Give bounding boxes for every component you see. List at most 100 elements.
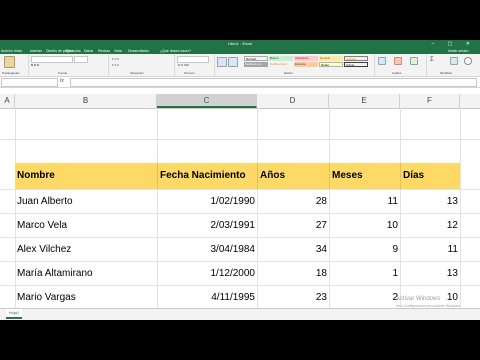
cell-nombre[interactable]: Juan Alberto [15, 192, 157, 212]
grid-line [0, 261, 480, 262]
sort-filter-icon[interactable] [450, 57, 458, 65]
window-controls[interactable]: – ▢ ✕ [432, 41, 476, 47]
group-label: Estilos [284, 71, 293, 75]
window-title: Libro1 - Excel [227, 41, 253, 46]
cell-nombre[interactable]: Mario Vargas [15, 288, 157, 308]
style-salida[interactable]: Salida [344, 62, 368, 67]
font-size-select[interactable] [74, 56, 88, 63]
tab-formulas[interactable]: Fórmulas [66, 49, 81, 53]
style-bueno[interactable]: Bueno [269, 56, 293, 61]
group-label: Alineación [130, 71, 144, 75]
bold-button[interactable]: N K S [31, 63, 39, 67]
tab-desarrollador[interactable]: Desarrollador [128, 49, 149, 53]
cell-meses[interactable]: 11 [329, 192, 400, 212]
group-label: Portapapeles [2, 71, 20, 75]
fx-icon[interactable]: fx [60, 78, 64, 84]
group-alignment: ≡ ≡ ≡ ≡ ≡ ≡ Alineación [108, 54, 175, 76]
tab-vista[interactable]: Vista [114, 49, 122, 53]
group-styles: Normal Bueno Incorrecto Neutral Cálculo … [214, 54, 375, 76]
paste-icon[interactable] [4, 56, 15, 68]
cell-anos[interactable]: 28 [257, 192, 329, 212]
font-name-select[interactable] [31, 56, 73, 63]
cell-dias[interactable]: 11 [400, 240, 460, 260]
title-bar: Libro1 - Excel – ▢ ✕ [0, 40, 480, 48]
header-fecha[interactable]: Fecha Nacimiento [157, 163, 257, 189]
delete-cells-icon[interactable] [394, 57, 402, 65]
excel-window: Libro1 - Excel – ▢ ✕ Archivo Inicio Inse… [0, 40, 480, 320]
style-calculo[interactable]: Cálculo [344, 56, 368, 61]
align-buttons[interactable]: ≡ ≡ ≡ [112, 57, 119, 61]
cell-nombre[interactable]: Marco Vela [15, 216, 157, 236]
group-editing: Σ Modificar [426, 54, 480, 76]
grid-line [0, 285, 480, 286]
grid-line [0, 237, 480, 238]
cell-meses[interactable]: 1 [329, 264, 400, 284]
group-number: $ % 000 Número [174, 54, 215, 76]
cell-dias[interactable]: 12 [400, 216, 460, 236]
cell-fecha[interactable]: 1/12/2000 [157, 264, 257, 284]
cell-nombre[interactable]: Alex Vilchez [15, 240, 157, 260]
align-buttons-2[interactable]: ≡ ≡ ≡ [112, 63, 119, 67]
number-format-select[interactable] [177, 56, 209, 63]
sign-in-link[interactable]: Iniciar sesión [448, 49, 468, 53]
grid-line [0, 189, 480, 190]
cell-meses[interactable]: 2 [329, 288, 400, 308]
sheet-tab-hoja1[interactable]: Hoja1 [6, 309, 22, 319]
grid-line [0, 139, 480, 140]
group-label: Modificar [440, 71, 453, 75]
number-buttons[interactable]: $ % 000 [178, 63, 189, 67]
conditional-format-icon[interactable] [217, 57, 227, 67]
column-header-b[interactable]: B [15, 94, 157, 108]
cell-meses[interactable]: 10 [329, 216, 400, 236]
column-header-c[interactable]: C [157, 94, 257, 108]
style-normal[interactable]: Normal [244, 56, 268, 61]
cell-anos[interactable]: 34 [257, 240, 329, 260]
group-label: Fuente [58, 71, 68, 75]
autosum-icon[interactable]: Σ [430, 57, 434, 63]
format-cells-icon[interactable] [410, 57, 418, 65]
header-dias[interactable]: Días [400, 163, 460, 189]
cell-anos[interactable]: 27 [257, 216, 329, 236]
cell-fecha[interactable]: 4/11/1995 [157, 288, 257, 308]
style-entrada[interactable]: Entrada [294, 62, 318, 67]
column-header-g[interactable] [460, 94, 480, 108]
cell-nombre[interactable]: María Altamirano [15, 264, 157, 284]
column-header-e[interactable]: E [329, 94, 400, 108]
column-header-f[interactable]: F [400, 94, 460, 108]
group-font: N K S Fuente [28, 54, 109, 76]
cell-anos[interactable]: 18 [257, 264, 329, 284]
tab-insertar[interactable]: Insertar [30, 49, 42, 53]
style-incorrecto[interactable]: Incorrecto [294, 56, 318, 61]
header-meses[interactable]: Meses [329, 163, 400, 189]
style-celda-comprobacion[interactable]: Celda de co... [244, 62, 268, 67]
tab-inicio[interactable]: Inicio [14, 49, 22, 53]
cell-fecha[interactable]: 3/04/1984 [157, 240, 257, 260]
header-nombre[interactable]: Nombre [15, 163, 157, 189]
cell-anos[interactable]: 23 [257, 288, 329, 308]
column-header-d[interactable]: D [257, 94, 329, 108]
group-cells: Celdas [374, 54, 427, 76]
name-box[interactable] [1, 78, 58, 87]
find-select-icon[interactable] [464, 57, 472, 65]
tab-archivo[interactable]: Archivo [1, 49, 13, 53]
format-table-icon[interactable] [228, 57, 238, 67]
cell-meses[interactable]: 9 [329, 240, 400, 260]
tab-revisar[interactable]: Revisar [98, 49, 110, 53]
formula-input[interactable] [70, 78, 477, 87]
style-notas[interactable]: Notas [319, 62, 343, 67]
cell-fecha[interactable]: 1/02/1990 [157, 192, 257, 212]
group-clipboard: Portapapeles [0, 54, 29, 76]
watermark-line1: Activar Windows [396, 296, 441, 302]
group-label: Celdas [392, 71, 402, 75]
grid-line [0, 213, 480, 214]
tab-datos[interactable]: Datos [84, 49, 93, 53]
column-header-a[interactable]: A [0, 94, 15, 108]
cell-fecha[interactable]: 2/03/1991 [157, 216, 257, 236]
tell-me-box[interactable]: ¿Qué desea hacer? [160, 49, 191, 53]
cell-dias[interactable]: 13 [400, 264, 460, 284]
header-anos[interactable]: Años [257, 163, 329, 189]
cell-dias[interactable]: 13 [400, 192, 460, 212]
insert-cells-icon[interactable] [378, 57, 386, 65]
style-neutral[interactable]: Neutral [319, 56, 343, 61]
style-celda-vinculada[interactable]: Celda vincul... [269, 62, 293, 67]
